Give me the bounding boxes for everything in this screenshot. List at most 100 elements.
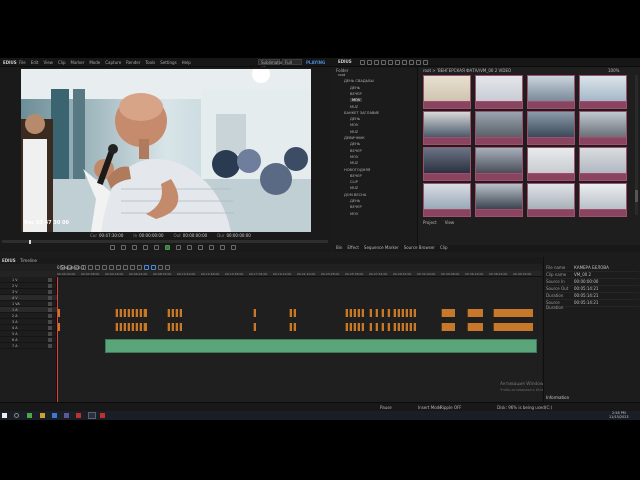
folder-icon[interactable] — [360, 60, 365, 65]
audio-clip[interactable] — [397, 323, 400, 331]
tree-item[interactable]: ДЕНЬ — [350, 86, 360, 90]
group-icon[interactable] — [151, 265, 156, 270]
audio-clip[interactable] — [349, 309, 352, 317]
tree-item[interactable]: ВЕЧЕР — [350, 92, 362, 96]
menu-settings[interactable]: Settings — [160, 60, 176, 65]
track-toggle-icon[interactable] — [48, 326, 52, 330]
app-icon-1[interactable] — [27, 413, 32, 418]
tree-item[interactable]: ДЕНЬ — [350, 199, 360, 203]
position-slider[interactable] — [2, 240, 328, 243]
tree-item[interactable]: ВЕЧЕР — [350, 149, 362, 153]
track-toggle-icon[interactable] — [48, 308, 52, 312]
delete-icon[interactable] — [116, 265, 121, 270]
track-toggle-icon[interactable] — [48, 296, 52, 300]
tree-item[interactable]: ДОМ ВЕСНА — [344, 193, 366, 197]
information-tab[interactable]: Information — [546, 395, 569, 400]
add-clip-icon[interactable] — [416, 60, 421, 65]
audio-clip[interactable] — [135, 309, 138, 317]
audio-clip[interactable] — [119, 309, 122, 317]
menu-view[interactable]: View — [43, 60, 53, 65]
tree-item[interactable]: ВЕЧЕР — [350, 205, 362, 209]
audio-clip[interactable] — [493, 309, 533, 317]
app-icon-4[interactable] — [76, 413, 81, 418]
track-header[interactable]: 7 A — [0, 343, 57, 349]
tree-item[interactable]: НОВОГОДНЯЯ — [344, 168, 370, 172]
export-icon[interactable] — [165, 265, 170, 270]
explorer-icon[interactable] — [40, 413, 45, 418]
audio-clip[interactable] — [123, 323, 126, 331]
clock-date[interactable]: 11/15/2023 — [609, 415, 629, 419]
audio-clip[interactable] — [139, 323, 142, 331]
clip-thumbnail[interactable] — [475, 183, 523, 217]
menu-help[interactable]: Help — [182, 60, 191, 65]
fast-forward-icon[interactable] — [187, 245, 192, 250]
delete-icon[interactable] — [402, 60, 407, 65]
audio-clip[interactable] — [253, 323, 256, 331]
audio-clip[interactable] — [401, 323, 404, 331]
audio-clip[interactable] — [353, 309, 356, 317]
audio-clip[interactable] — [293, 323, 296, 331]
audio-clip[interactable] — [441, 323, 455, 331]
clip-thumbnail[interactable] — [423, 75, 471, 109]
audio-clip[interactable] — [361, 323, 364, 331]
audio-clip[interactable] — [357, 309, 360, 317]
clip-thumbnail[interactable] — [475, 75, 523, 109]
audio-clip[interactable] — [171, 323, 174, 331]
playhead[interactable] — [57, 277, 58, 402]
tree-item[interactable]: MUZ — [350, 161, 358, 165]
clip-thumbnail[interactable] — [527, 111, 575, 145]
overwrite-icon[interactable] — [220, 245, 225, 250]
tab-clip[interactable]: Clip — [440, 245, 448, 252]
track-toggle-icon[interactable] — [48, 332, 52, 336]
audio-clip[interactable] — [289, 309, 292, 317]
track-toggle-icon[interactable] — [48, 320, 52, 324]
audio-clip[interactable] — [143, 323, 147, 331]
paste-icon[interactable] — [109, 265, 114, 270]
audio-clip[interactable] — [387, 309, 390, 317]
tree-item[interactable]: ДЕНЬ — [350, 142, 360, 146]
audio-clip[interactable] — [345, 309, 348, 317]
audio-clip[interactable] — [131, 309, 134, 317]
step-back-icon[interactable] — [154, 245, 159, 250]
clip-thumbnail[interactable] — [475, 147, 523, 181]
tab-sequence-marker[interactable]: Sequence Marker — [364, 245, 399, 252]
audio-clip[interactable] — [135, 323, 138, 331]
tree-item[interactable]: MOV — [350, 123, 358, 127]
menu-marker[interactable]: Marker — [71, 60, 85, 65]
menu-edit[interactable]: Edit — [31, 60, 39, 65]
audio-clip[interactable] — [409, 309, 412, 317]
audio-clip[interactable] — [345, 323, 348, 331]
audio-clip[interactable] — [119, 323, 122, 331]
search-icon[interactable] — [14, 413, 19, 418]
audio-clip[interactable] — [353, 323, 356, 331]
audio-clip[interactable] — [171, 309, 174, 317]
menu-icon[interactable] — [231, 245, 236, 250]
audio-clip[interactable] — [397, 309, 400, 317]
audio-clip[interactable] — [441, 309, 455, 317]
tree-item[interactable]: MUZ — [350, 186, 358, 190]
clip-thumbnail[interactable] — [423, 183, 471, 217]
track-toggle-icon[interactable] — [48, 338, 52, 342]
clip-thumbnail[interactable] — [579, 183, 627, 217]
audio-clip[interactable] — [253, 309, 256, 317]
audio-clip[interactable] — [387, 323, 390, 331]
clip-thumbnail[interactable] — [579, 111, 627, 145]
audio-clip[interactable] — [115, 309, 118, 317]
audio-clip[interactable] — [369, 323, 372, 331]
audio-clip[interactable] — [127, 309, 130, 317]
tab-source-browser[interactable]: Source Browser — [404, 245, 435, 252]
bin-zoom[interactable]: 100% — [608, 68, 619, 73]
app-icon-3[interactable] — [64, 413, 69, 418]
music-clip[interactable] — [105, 339, 537, 353]
audio-clip[interactable] — [179, 309, 182, 317]
audio-clip[interactable] — [409, 323, 412, 331]
tree-item[interactable]: ВЕЧЕР — [350, 174, 362, 178]
tab-effect[interactable]: Effect — [347, 245, 359, 252]
clip-thumbnail[interactable] — [527, 75, 575, 109]
audio-clip[interactable] — [413, 309, 416, 317]
rewind-icon[interactable] — [143, 245, 148, 250]
mark-out-icon[interactable] — [121, 245, 126, 250]
mark-in-icon[interactable] — [110, 245, 115, 250]
clip-thumbnail[interactable] — [423, 111, 471, 145]
track-toggle-icon[interactable] — [48, 344, 52, 348]
